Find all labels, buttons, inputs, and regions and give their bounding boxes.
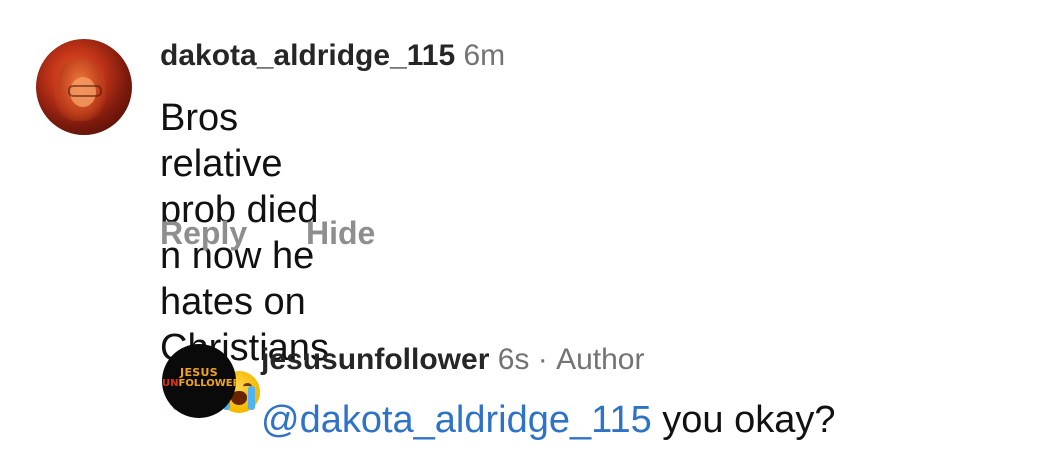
username-dakota[interactable]: dakota_aldridge_115 (160, 39, 455, 72)
timestamp: 6s (497, 343, 530, 376)
username-jesusunfollower[interactable]: jesusunfollower (261, 343, 489, 376)
hide-button[interactable]: Hide (306, 215, 375, 252)
reply-header: jesusunfollower 6s · Author (261, 343, 644, 377)
comment-header: dakota_aldridge_115 6m (160, 39, 505, 73)
comment-text-line-1: Bros relative prob died n now he hates o… (160, 97, 319, 323)
separator-dot: · (537, 343, 548, 376)
timestamp: 6m (463, 39, 506, 72)
reply-text-body: you okay? (662, 399, 836, 441)
reply-button[interactable]: Reply (160, 215, 247, 252)
avatar-glasses (68, 85, 102, 97)
logo-text-line-2: UNFOLLOWER (162, 378, 236, 389)
author-tag: Author (556, 343, 645, 376)
avatar-dakota[interactable] (36, 39, 132, 135)
reply-text: @dakota_aldridge_115 you okay? (261, 397, 836, 443)
mention-link[interactable]: @dakota_aldridge_115 (261, 399, 652, 441)
avatar-jesusunfollower[interactable]: JESUS UNFOLLOWER (162, 344, 236, 418)
